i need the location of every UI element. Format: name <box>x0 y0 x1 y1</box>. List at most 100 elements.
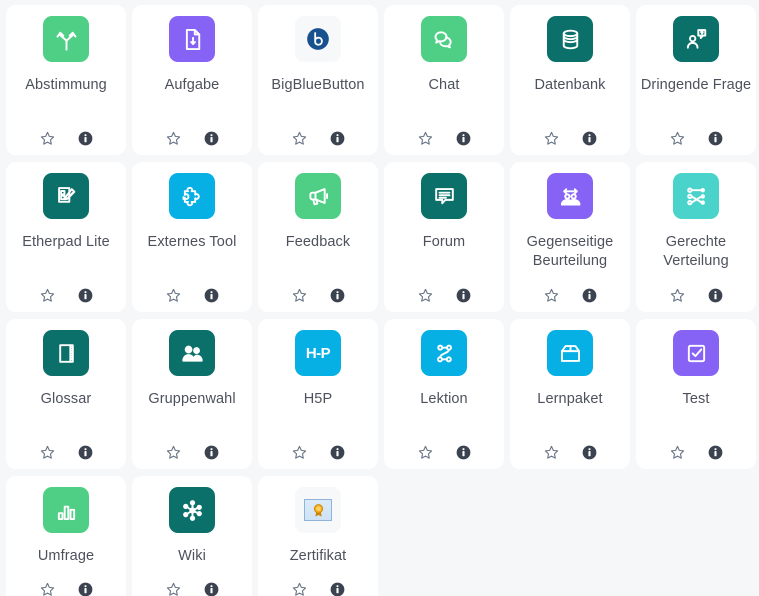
activity-actions-gerechte-verteilung <box>669 287 723 304</box>
choice-fork-icon <box>53 26 80 53</box>
star-outline-icon[interactable] <box>39 130 56 147</box>
activity-icon-datenbank[interactable] <box>547 16 593 62</box>
activity-icon-glossar[interactable] <box>43 330 89 376</box>
star-outline-icon[interactable] <box>39 581 56 596</box>
star-outline-icon[interactable] <box>417 444 434 461</box>
activity-icon-zertifikat[interactable] <box>295 487 341 533</box>
info-circle-icon[interactable] <box>204 445 219 460</box>
star-outline-icon[interactable] <box>291 287 308 304</box>
info-circle-icon[interactable] <box>330 288 345 303</box>
forum-message-icon <box>431 183 458 210</box>
info-circle-icon[interactable] <box>708 131 723 146</box>
info-circle-icon[interactable] <box>78 445 93 460</box>
activity-card-umfrage[interactable]: Umfrage <box>6 476 126 596</box>
activity-icon-umfrage[interactable] <box>43 487 89 533</box>
star-outline-icon[interactable] <box>165 581 182 596</box>
activity-icon-gerechte-verteilung[interactable] <box>673 173 719 219</box>
activity-icon-wiki[interactable] <box>169 487 215 533</box>
activity-label-zertifikat: Zertifikat <box>289 548 347 564</box>
star-outline-icon[interactable] <box>543 444 560 461</box>
activity-icon-test[interactable] <box>673 330 719 376</box>
info-circle-icon[interactable] <box>78 131 93 146</box>
activity-actions-test <box>669 444 723 461</box>
activity-icon-lernpaket[interactable] <box>547 330 593 376</box>
info-circle-icon[interactable] <box>204 288 219 303</box>
info-circle-icon[interactable] <box>78 288 93 303</box>
activity-card-feedback[interactable]: Feedback <box>258 162 378 312</box>
group-people-icon <box>179 340 206 367</box>
activity-label-lektion: Lektion <box>420 391 468 407</box>
info-circle-icon[interactable] <box>204 131 219 146</box>
activity-card-lektion[interactable]: Lektion <box>384 319 504 469</box>
star-outline-icon[interactable] <box>543 287 560 304</box>
glossary-book-icon <box>53 340 80 367</box>
activity-card-wiki[interactable]: Wiki <box>132 476 252 596</box>
info-circle-icon[interactable] <box>582 131 597 146</box>
activity-icon-aufgabe[interactable] <box>169 16 215 62</box>
activity-label-test: Test <box>682 391 710 407</box>
activity-label-dringende-frage: Dringende Frage <box>640 77 752 93</box>
info-circle-icon[interactable] <box>708 288 723 303</box>
activity-icon-bigbluebutton[interactable] <box>295 16 341 62</box>
activity-actions-etherpad <box>39 287 93 304</box>
activity-card-bigbluebutton[interactable]: BigBlueButton <box>258 5 378 155</box>
star-outline-icon[interactable] <box>165 287 182 304</box>
info-circle-icon[interactable] <box>708 445 723 460</box>
info-circle-icon[interactable] <box>456 445 471 460</box>
info-circle-icon[interactable] <box>456 131 471 146</box>
activity-icon-externes-tool[interactable] <box>169 173 215 219</box>
info-circle-icon[interactable] <box>330 582 345 596</box>
activity-card-test[interactable]: Test <box>636 319 756 469</box>
star-outline-icon[interactable] <box>39 444 56 461</box>
info-circle-icon[interactable] <box>330 131 345 146</box>
activity-label-lernpaket: Lernpaket <box>537 391 603 407</box>
activity-card-gruppenwahl[interactable]: Gruppenwahl <box>132 319 252 469</box>
star-outline-icon[interactable] <box>165 444 182 461</box>
star-outline-icon[interactable] <box>165 130 182 147</box>
activity-icon-gruppenwahl[interactable] <box>169 330 215 376</box>
activity-card-lernpaket[interactable]: Lernpaket <box>510 319 630 469</box>
activity-label-externes-tool: Externes Tool <box>147 234 237 250</box>
activity-icon-abstimmung[interactable] <box>43 16 89 62</box>
info-circle-icon[interactable] <box>456 288 471 303</box>
activity-card-glossar[interactable]: Glossar <box>6 319 126 469</box>
star-outline-icon[interactable] <box>669 287 686 304</box>
info-circle-icon[interactable] <box>582 288 597 303</box>
activity-card-dringende-frage[interactable]: Dringende Frage <box>636 5 756 155</box>
star-outline-icon[interactable] <box>417 287 434 304</box>
activity-card-zertifikat[interactable]: Zertifikat <box>258 476 378 596</box>
star-outline-icon[interactable] <box>669 444 686 461</box>
activity-card-externes-tool[interactable]: Externes Tool <box>132 162 252 312</box>
wiki-network-icon <box>179 497 206 524</box>
activity-card-datenbank[interactable]: Datenbank <box>510 5 630 155</box>
activity-card-gegenseitige-beurteilung[interactable]: Gegenseitige Beurteilung <box>510 162 630 312</box>
info-circle-icon[interactable] <box>78 582 93 596</box>
star-outline-icon[interactable] <box>291 581 308 596</box>
info-circle-icon[interactable] <box>582 445 597 460</box>
star-outline-icon[interactable] <box>39 287 56 304</box>
star-outline-icon[interactable] <box>291 444 308 461</box>
activity-icon-dringende-frage[interactable] <box>673 16 719 62</box>
activity-card-forum[interactable]: Forum <box>384 162 504 312</box>
activity-card-abstimmung[interactable]: Abstimmung <box>6 5 126 155</box>
star-outline-icon[interactable] <box>669 130 686 147</box>
star-outline-icon[interactable] <box>417 130 434 147</box>
activity-card-gerechte-verteilung[interactable]: Gerechte Verteilung <box>636 162 756 312</box>
star-outline-icon[interactable] <box>291 130 308 147</box>
activity-card-chat[interactable]: Chat <box>384 5 504 155</box>
activity-icon-lektion[interactable] <box>421 330 467 376</box>
info-circle-icon[interactable] <box>204 582 219 596</box>
activity-icon-forum[interactable] <box>421 173 467 219</box>
activity-icon-etherpad[interactable] <box>43 173 89 219</box>
info-circle-icon[interactable] <box>330 445 345 460</box>
activity-card-etherpad[interactable]: Etherpad Lite <box>6 162 126 312</box>
activity-card-h5p[interactable]: H-P H5P <box>258 319 378 469</box>
activity-icon-feedback[interactable] <box>295 173 341 219</box>
activity-icon-chat[interactable] <box>421 16 467 62</box>
activity-icon-gegenseitige-beurteilung[interactable] <box>547 173 593 219</box>
activity-label-gegenseitige-beurteilung: Gegenseitige Beurteilung <box>526 234 614 269</box>
activity-icon-h5p[interactable]: H-P <box>295 330 341 376</box>
activity-card-aufgabe[interactable]: Aufgabe <box>132 5 252 155</box>
star-outline-icon[interactable] <box>543 130 560 147</box>
activity-actions-aufgabe <box>165 130 219 147</box>
